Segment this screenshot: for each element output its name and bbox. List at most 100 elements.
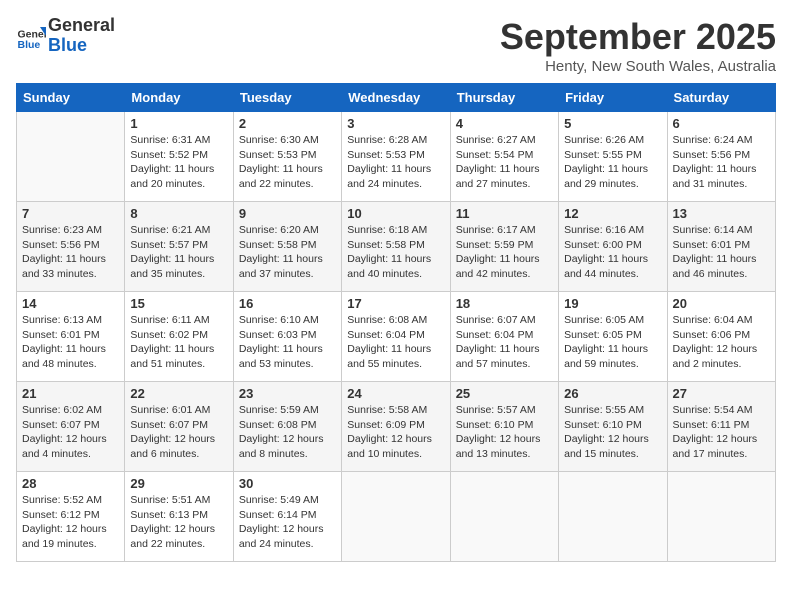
day-number: 30	[239, 476, 336, 491]
calendar-cell: 16 Sunrise: 6:10 AM Sunset: 6:03 PM Dayli…	[233, 292, 341, 382]
column-header-tuesday: Tuesday	[233, 84, 341, 112]
calendar-cell: 1Sunrise: 6:31 AM Sunset: 5:52 PM Daylig…	[125, 112, 233, 202]
cell-info: Sunrise: 6:01 AM Sunset: 6:07 PM Dayligh…	[130, 403, 227, 462]
column-header-wednesday: Wednesday	[342, 84, 450, 112]
calendar-cell: 23 Sunrise: 5:59 AM Sunset: 6:08 PM Dayli…	[233, 382, 341, 472]
day-number: 13	[673, 206, 770, 221]
calendar-cell: 12 Sunrise: 6:16 AM Sunset: 6:00 PM Dayli…	[559, 202, 667, 292]
cell-info: Sunrise: 6:28 AM Sunset: 5:53 PM Dayligh…	[347, 133, 444, 192]
logo-general: General	[48, 16, 115, 36]
cell-info: Sunrise: 6:31 AM Sunset: 5:52 PM Dayligh…	[130, 133, 227, 192]
calendar-cell: 15 Sunrise: 6:11 AM Sunset: 6:02 PM Dayli…	[125, 292, 233, 382]
day-number: 29	[130, 476, 227, 491]
day-number: 14	[22, 296, 119, 311]
calendar-cell	[342, 472, 450, 562]
cell-info: Sunrise: 6:14 AM Sunset: 6:01 PM Dayligh…	[673, 223, 770, 282]
cell-info: Sunrise: 6:21 AM Sunset: 5:57 PM Dayligh…	[130, 223, 227, 282]
column-header-sunday: Sunday	[17, 84, 125, 112]
cell-info: Sunrise: 6:23 AM Sunset: 5:56 PM Dayligh…	[22, 223, 119, 282]
calendar-cell: 5Sunrise: 6:26 AM Sunset: 5:55 PM Daylig…	[559, 112, 667, 202]
calendar-cell	[17, 112, 125, 202]
day-number: 26	[564, 386, 661, 401]
calendar-cell: 7 Sunrise: 6:23 AM Sunset: 5:56 PM Daylig…	[17, 202, 125, 292]
day-number: 19	[564, 296, 661, 311]
week-row-3: 14 Sunrise: 6:13 AM Sunset: 6:01 PM Dayli…	[17, 292, 776, 382]
logo-blue: Blue	[48, 36, 115, 56]
month-title: September 2025	[500, 16, 776, 58]
day-number: 12	[564, 206, 661, 221]
day-number: 22	[130, 386, 227, 401]
svg-text:Blue: Blue	[18, 39, 41, 51]
cell-info: Sunrise: 5:51 AM Sunset: 6:13 PM Dayligh…	[130, 493, 227, 552]
column-header-thursday: Thursday	[450, 84, 558, 112]
day-number: 8	[130, 206, 227, 221]
day-number: 27	[673, 386, 770, 401]
cell-info: Sunrise: 6:30 AM Sunset: 5:53 PM Dayligh…	[239, 133, 336, 192]
cell-info: Sunrise: 6:07 AM Sunset: 6:04 PM Dayligh…	[456, 313, 553, 372]
day-number: 15	[130, 296, 227, 311]
week-row-5: 28Sunrise: 5:52 AM Sunset: 6:12 PM Dayli…	[17, 472, 776, 562]
day-number: 7	[22, 206, 119, 221]
day-number: 11	[456, 206, 553, 221]
day-number: 23	[239, 386, 336, 401]
day-number: 6	[673, 116, 770, 131]
day-number: 28	[22, 476, 119, 491]
cell-info: Sunrise: 6:08 AM Sunset: 6:04 PM Dayligh…	[347, 313, 444, 372]
cell-info: Sunrise: 6:13 AM Sunset: 6:01 PM Dayligh…	[22, 313, 119, 372]
cell-info: Sunrise: 6:02 AM Sunset: 6:07 PM Dayligh…	[22, 403, 119, 462]
calendar-cell: 30Sunrise: 5:49 AM Sunset: 6:14 PM Dayli…	[233, 472, 341, 562]
calendar-cell: 29 Sunrise: 5:51 AM Sunset: 6:13 PM Dayli…	[125, 472, 233, 562]
day-number: 10	[347, 206, 444, 221]
day-number: 4	[456, 116, 553, 131]
cell-info: Sunrise: 6:05 AM Sunset: 6:05 PM Dayligh…	[564, 313, 661, 372]
title-block: September 2025 Henty, New South Wales, A…	[500, 16, 776, 75]
calendar-cell: 2 Sunrise: 6:30 AM Sunset: 5:53 PM Daylig…	[233, 112, 341, 202]
day-number: 3	[347, 116, 444, 131]
calendar-cell: 21 Sunrise: 6:02 AM Sunset: 6:07 PM Dayli…	[17, 382, 125, 472]
day-number: 2	[239, 116, 336, 131]
calendar-cell: 8 Sunrise: 6:21 AM Sunset: 5:57 PM Daylig…	[125, 202, 233, 292]
cell-info: Sunrise: 5:59 AM Sunset: 6:08 PM Dayligh…	[239, 403, 336, 462]
calendar-cell	[559, 472, 667, 562]
cell-info: Sunrise: 6:18 AM Sunset: 5:58 PM Dayligh…	[347, 223, 444, 282]
week-row-2: 7 Sunrise: 6:23 AM Sunset: 5:56 PM Daylig…	[17, 202, 776, 292]
cell-info: Sunrise: 6:17 AM Sunset: 5:59 PM Dayligh…	[456, 223, 553, 282]
day-number: 21	[22, 386, 119, 401]
calendar-cell: 22 Sunrise: 6:01 AM Sunset: 6:07 PM Dayli…	[125, 382, 233, 472]
page-header: General Blue General Blue September 2025…	[16, 16, 776, 75]
cell-info: Sunrise: 6:26 AM Sunset: 5:55 PM Dayligh…	[564, 133, 661, 192]
calendar-cell: 3 Sunrise: 6:28 AM Sunset: 5:53 PM Daylig…	[342, 112, 450, 202]
day-number: 17	[347, 296, 444, 311]
day-number: 16	[239, 296, 336, 311]
calendar-cell: 25Sunrise: 5:57 AM Sunset: 6:10 PM Dayli…	[450, 382, 558, 472]
cell-info: Sunrise: 6:11 AM Sunset: 6:02 PM Dayligh…	[130, 313, 227, 372]
calendar-cell: 10 Sunrise: 6:18 AM Sunset: 5:58 PM Dayli…	[342, 202, 450, 292]
week-row-1: 1Sunrise: 6:31 AM Sunset: 5:52 PM Daylig…	[17, 112, 776, 202]
cell-info: Sunrise: 6:16 AM Sunset: 6:00 PM Dayligh…	[564, 223, 661, 282]
calendar-cell: 13 Sunrise: 6:14 AM Sunset: 6:01 PM Dayli…	[667, 202, 775, 292]
calendar-cell: 20Sunrise: 6:04 AM Sunset: 6:06 PM Dayli…	[667, 292, 775, 382]
logo-icon: General Blue	[16, 21, 46, 51]
column-header-saturday: Saturday	[667, 84, 775, 112]
cell-info: Sunrise: 6:20 AM Sunset: 5:58 PM Dayligh…	[239, 223, 336, 282]
calendar-cell: 14 Sunrise: 6:13 AM Sunset: 6:01 PM Dayli…	[17, 292, 125, 382]
cell-info: Sunrise: 6:10 AM Sunset: 6:03 PM Dayligh…	[239, 313, 336, 372]
calendar-table: SundayMondayTuesdayWednesdayThursdayFrid…	[16, 83, 776, 562]
calendar-cell	[667, 472, 775, 562]
calendar-cell: 24 Sunrise: 5:58 AM Sunset: 6:09 PM Dayli…	[342, 382, 450, 472]
calendar-cell: 4Sunrise: 6:27 AM Sunset: 5:54 PM Daylig…	[450, 112, 558, 202]
cell-info: Sunrise: 6:24 AM Sunset: 5:56 PM Dayligh…	[673, 133, 770, 192]
calendar-cell: 17 Sunrise: 6:08 AM Sunset: 6:04 PM Dayli…	[342, 292, 450, 382]
cell-info: Sunrise: 5:58 AM Sunset: 6:09 PM Dayligh…	[347, 403, 444, 462]
logo: General Blue General Blue	[16, 16, 115, 56]
day-number: 25	[456, 386, 553, 401]
cell-info: Sunrise: 5:55 AM Sunset: 6:10 PM Dayligh…	[564, 403, 661, 462]
column-header-friday: Friday	[559, 84, 667, 112]
calendar-cell	[450, 472, 558, 562]
day-number: 20	[673, 296, 770, 311]
cell-info: Sunrise: 5:54 AM Sunset: 6:11 PM Dayligh…	[673, 403, 770, 462]
calendar-body: 1Sunrise: 6:31 AM Sunset: 5:52 PM Daylig…	[17, 112, 776, 562]
day-number: 24	[347, 386, 444, 401]
calendar-header-row: SundayMondayTuesdayWednesdayThursdayFrid…	[17, 84, 776, 112]
calendar-cell: 6 Sunrise: 6:24 AM Sunset: 5:56 PM Daylig…	[667, 112, 775, 202]
